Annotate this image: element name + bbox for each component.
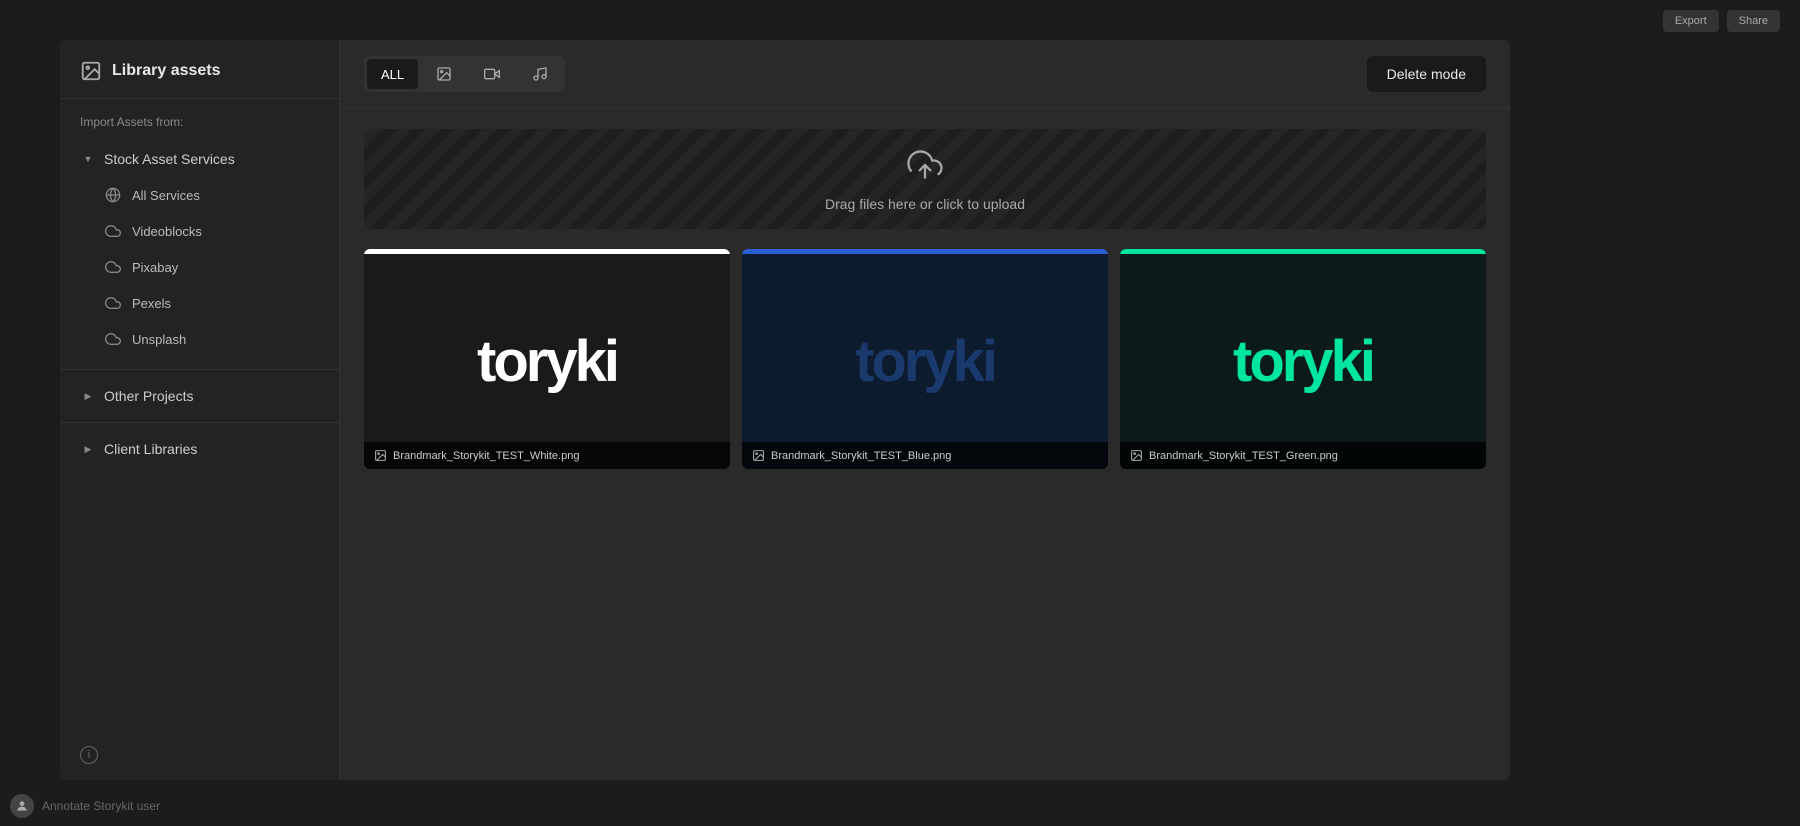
filter-tab-image[interactable] [422, 59, 466, 89]
sidebar-item-pixabay[interactable]: Pixabay [60, 249, 339, 285]
sidebar-item-all-services[interactable]: All Services [60, 177, 339, 213]
upload-drop-zone[interactable]: Drag files here or click to upload [364, 129, 1486, 229]
sidebar-title: Library assets [112, 62, 221, 80]
cloud-icon-unsplash [104, 330, 122, 348]
filter-tab-video[interactable] [470, 59, 514, 89]
divider-2 [60, 422, 339, 423]
cloud-icon-pixabay [104, 258, 122, 276]
pixabay-label: Pixabay [132, 260, 178, 275]
stock-services-chevron [80, 151, 96, 167]
sidebar-header: Library assets [60, 40, 339, 99]
divider-1 [60, 369, 339, 370]
library-assets-modal: Library assets Import Assets from: Stock… [60, 40, 1510, 780]
upload-cloud-icon [907, 147, 943, 188]
upload-zone-content: Drag files here or click to upload [825, 147, 1025, 212]
sidebar-item-pexels[interactable]: Pexels [60, 285, 339, 321]
asset-grid: toryki Brandmark_Storykit_TEST_White.png… [340, 229, 1510, 489]
globe-icon [104, 186, 122, 204]
unsplash-label: Unsplash [132, 332, 186, 347]
asset-filename-bar-green: Brandmark_Storykit_TEST_Green.png [1120, 442, 1486, 469]
client-libraries-section: Client Libraries [60, 427, 339, 471]
asset-filename-text-green: Brandmark_Storykit_TEST_Green.png [1149, 450, 1338, 462]
asset-card-green[interactable]: toryki Brandmark_Storykit_TEST_Green.png [1120, 249, 1486, 469]
stock-services-header[interactable]: Stock Asset Services [60, 141, 339, 177]
sidebar: Library assets Import Assets from: Stock… [60, 40, 340, 780]
asset-text-green: toryki [1233, 328, 1373, 395]
client-libraries-chevron [80, 441, 96, 457]
asset-preview-green: toryki [1120, 249, 1486, 469]
delete-mode-button[interactable]: Delete mode [1367, 56, 1486, 92]
other-projects-section: Other Projects [60, 374, 339, 418]
info-icon: i [80, 746, 98, 764]
asset-filename-bar-blue: Brandmark_Storykit_TEST_Blue.png [742, 442, 1108, 469]
asset-card-blue[interactable]: toryki Brandmark_Storykit_TEST_Blue.png [742, 249, 1108, 469]
background-top-right: Export Share [1663, 10, 1780, 32]
asset-card-white[interactable]: toryki Brandmark_Storykit_TEST_White.png [364, 249, 730, 469]
sidebar-item-videoblocks[interactable]: Videoblocks [60, 213, 339, 249]
toolbar: ALL [340, 40, 1510, 109]
asset-text-blue: toryki [855, 328, 995, 395]
image-file-icon-green [1130, 449, 1143, 462]
client-libraries-label: Client Libraries [104, 441, 197, 457]
asset-preview-white: toryki [364, 249, 730, 469]
image-file-icon-blue [752, 449, 765, 462]
asset-filename-bar-white: Brandmark_Storykit_TEST_White.png [364, 442, 730, 469]
image-file-icon-white [374, 449, 387, 462]
bg-share-button: Share [1727, 10, 1780, 32]
asset-filename-text-white: Brandmark_Storykit_TEST_White.png [393, 450, 579, 462]
stock-services-section: Stock Asset Services All Services [60, 137, 339, 365]
video-filter-icon [484, 66, 500, 82]
sidebar-bottom-info: i [60, 730, 339, 780]
other-projects-label: Other Projects [104, 388, 193, 404]
asset-preview-blue: toryki [742, 249, 1108, 469]
sidebar-item-unsplash[interactable]: Unsplash [60, 321, 339, 357]
pexels-label: Pexels [132, 296, 171, 311]
other-projects-chevron [80, 388, 96, 404]
asset-text-white: toryki [477, 328, 617, 395]
cloud-icon-pexels [104, 294, 122, 312]
upload-text: Drag files here or click to upload [825, 196, 1025, 212]
asset-filename-text-blue: Brandmark_Storykit_TEST_Blue.png [771, 450, 951, 462]
main-content: ALL [340, 40, 1510, 780]
videoblocks-label: Videoblocks [132, 224, 202, 239]
bg-export-button: Export [1663, 10, 1719, 32]
filter-tab-all[interactable]: ALL [367, 59, 418, 89]
all-services-label: All Services [132, 188, 200, 203]
library-assets-icon [80, 60, 102, 82]
other-projects-header[interactable]: Other Projects [60, 378, 339, 414]
stock-services-label: Stock Asset Services [104, 151, 235, 167]
stock-services-items: All Services Videoblocks [60, 177, 339, 361]
image-filter-icon [436, 66, 452, 82]
background-user-bar: Annotate Storykit user [10, 794, 160, 818]
filter-tab-audio[interactable] [518, 59, 562, 89]
client-libraries-header[interactable]: Client Libraries [60, 431, 339, 467]
user-label: Annotate Storykit user [42, 799, 160, 813]
audio-filter-icon [532, 66, 548, 82]
cloud-icon-videoblocks [104, 222, 122, 240]
user-avatar [10, 794, 34, 818]
import-assets-label: Import Assets from: [60, 99, 339, 137]
filter-tabs: ALL [364, 56, 565, 92]
